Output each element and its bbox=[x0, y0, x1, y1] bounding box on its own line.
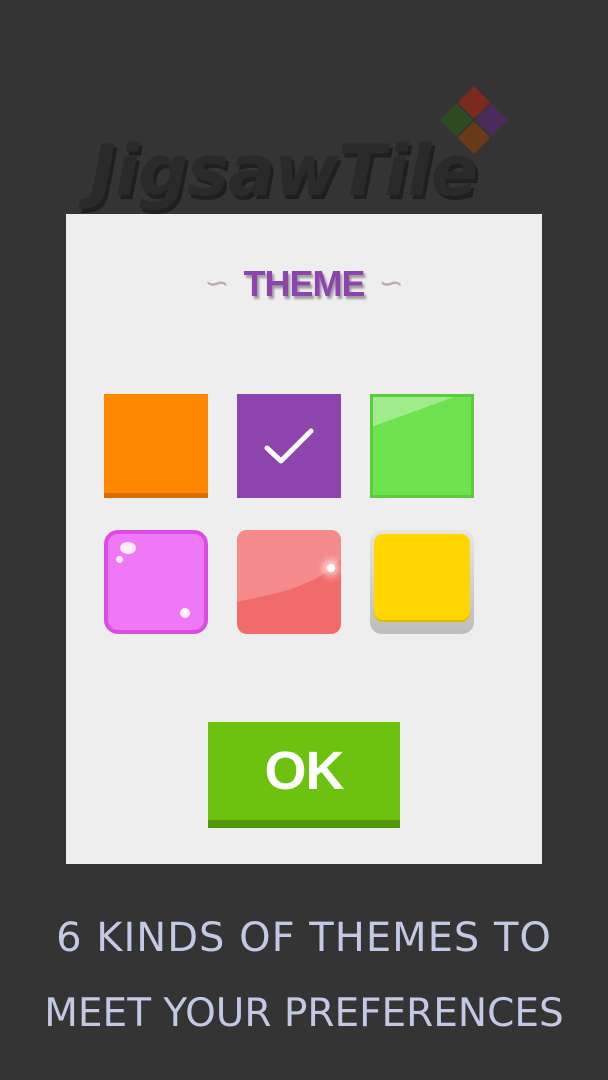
theme-option-pink[interactable] bbox=[104, 530, 208, 634]
theme-option-orange[interactable] bbox=[104, 394, 208, 498]
squiggle-left-icon: ∽ bbox=[204, 266, 230, 301]
ok-button[interactable]: OK bbox=[208, 722, 400, 828]
glass-sheen bbox=[373, 397, 471, 495]
caption-line-2: MEET YOUR PREFERENCES bbox=[44, 991, 564, 1036]
theme-dialog: ∽ THEME ∽ OK bbox=[66, 214, 542, 864]
logo-text: JigsawTile bbox=[90, 130, 478, 212]
theme-option-red[interactable] bbox=[237, 530, 341, 634]
theme-option-yellow[interactable] bbox=[370, 530, 474, 634]
squiggle-right-icon: ∽ bbox=[378, 266, 404, 301]
ok-button-label: OK bbox=[264, 741, 345, 801]
checkmark-icon bbox=[264, 428, 314, 464]
theme-option-green[interactable] bbox=[370, 394, 474, 498]
caption-line-1: 6 KINDS OF THEMES TO bbox=[56, 915, 552, 961]
theme-option-purple[interactable] bbox=[237, 394, 341, 498]
game-logo: JigsawTile bbox=[88, 86, 518, 222]
dialog-title: THEME bbox=[243, 263, 366, 304]
dialog-title-row: ∽ THEME ∽ bbox=[66, 262, 542, 306]
